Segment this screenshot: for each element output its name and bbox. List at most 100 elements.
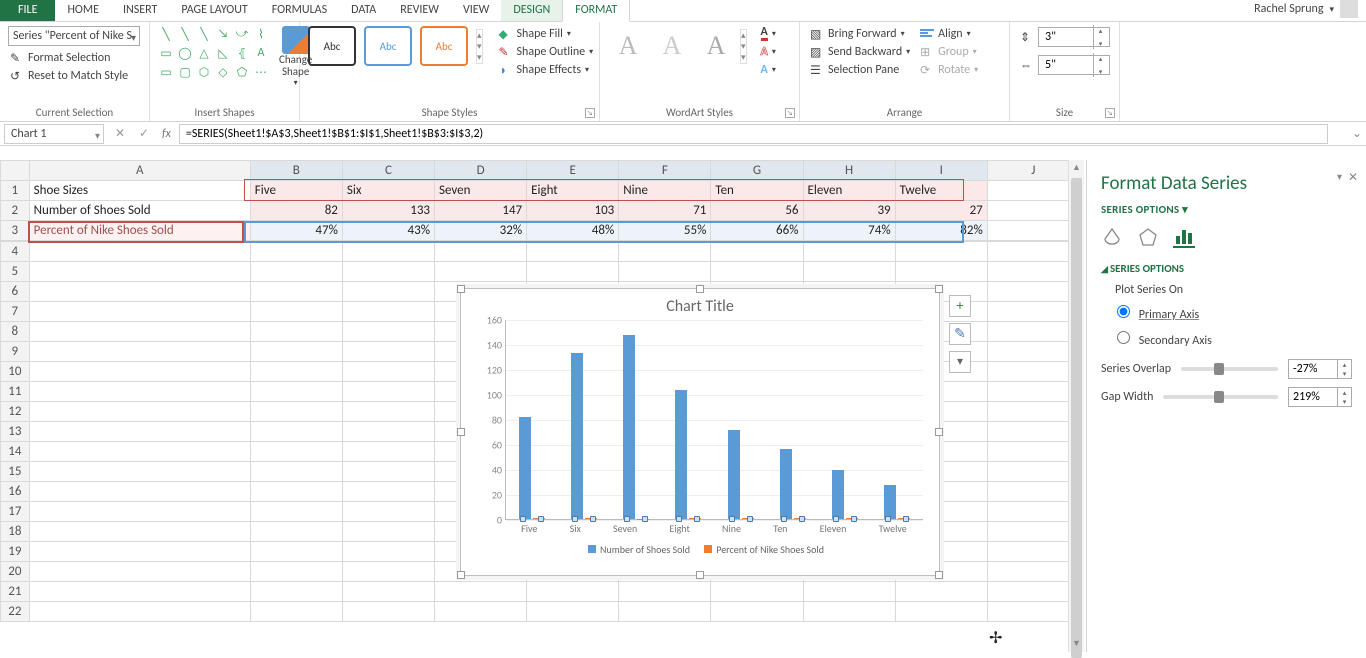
cell[interactable]: Six	[342, 181, 434, 201]
col-header[interactable]: C	[342, 161, 434, 181]
col-header[interactable]: H	[803, 161, 895, 181]
resize-handle[interactable]	[696, 285, 704, 293]
row-header[interactable]: 2	[1, 201, 30, 221]
series-options-section[interactable]: SERIES OPTIONS	[1101, 262, 1352, 275]
cell[interactable]	[29, 582, 250, 602]
resize-handle[interactable]	[935, 571, 943, 579]
row-header[interactable]: 3	[1, 221, 30, 241]
series-overlap-slider[interactable]	[1181, 367, 1278, 371]
shape-outline-button[interactable]: ✎Shape Outline▾	[497, 44, 596, 60]
chart-legend[interactable]: Number of Shoes Sold Percent of Nike Sho…	[461, 535, 939, 556]
row-header[interactable]: 6	[1, 282, 30, 302]
size-launcher[interactable]: ↘	[1105, 108, 1115, 118]
column-headers[interactable]: A B C D E F G H I J	[1, 161, 1080, 181]
group-objects-button[interactable]: ⊞Group▾	[918, 44, 980, 60]
text-fill-button[interactable]: A▾	[759, 26, 778, 42]
chart-bar[interactable]	[884, 485, 896, 519]
cell[interactable]	[987, 342, 1079, 362]
cell[interactable]	[987, 201, 1079, 221]
cell[interactable]	[711, 242, 803, 262]
scroll-down-icon[interactable]: ▼	[1069, 636, 1084, 652]
cell[interactable]	[250, 582, 342, 602]
format-selection-button[interactable]: ✎Format Selection	[8, 50, 130, 66]
cell[interactable]: Shoe Sizes	[29, 181, 250, 201]
shape-triangle-icon[interactable]: △	[196, 45, 212, 61]
chart-x-axis[interactable]: FiveSixSevenEightNineTenElevenTwelve	[505, 522, 923, 535]
cell[interactable]	[711, 602, 803, 622]
shapes-gallery[interactable]: ╲╲╲↘⤻⌇ ▭◯△◺⦃A ▭▢⬡◇⬠⋯	[158, 26, 269, 80]
text-effects-button[interactable]: A▾	[759, 62, 778, 78]
cell[interactable]	[250, 382, 342, 402]
shape-style-preset[interactable]: Abc	[364, 26, 412, 66]
chart-bar[interactable]	[623, 335, 635, 519]
cell[interactable]	[987, 362, 1079, 382]
cell[interactable]: Seven	[435, 181, 527, 201]
col-header[interactable]: B	[250, 161, 342, 181]
wordart-styles-launcher[interactable]: ↘	[785, 108, 795, 118]
cell[interactable]	[342, 362, 434, 382]
cell[interactable]	[342, 382, 434, 402]
fx-icon[interactable]: fx	[156, 127, 177, 141]
shape-oval-icon[interactable]: ◯	[177, 45, 193, 61]
series-options-tab-icon[interactable]	[1173, 226, 1195, 248]
cell[interactable]	[342, 462, 434, 482]
shape-hexagon-icon[interactable]: ⬡	[196, 64, 212, 80]
cell[interactable]	[250, 322, 342, 342]
cell[interactable]	[435, 602, 527, 622]
col-header[interactable]: D	[435, 161, 527, 181]
row-header[interactable]: 17	[1, 502, 30, 522]
cell[interactable]	[342, 562, 434, 582]
cell[interactable]	[29, 502, 250, 522]
cell[interactable]	[987, 602, 1079, 622]
cell[interactable]	[619, 582, 711, 602]
cell[interactable]	[29, 382, 250, 402]
scrollbar-thumb[interactable]	[1071, 178, 1082, 658]
row-header[interactable]: 12	[1, 402, 30, 422]
cell[interactable]	[619, 262, 711, 282]
cell[interactable]: Nine	[619, 181, 711, 201]
cell[interactable]	[29, 262, 250, 282]
chart-bar[interactable]	[519, 417, 531, 520]
row-header[interactable]: 20	[1, 562, 30, 582]
table-row[interactable]: 21	[1, 582, 1080, 602]
series-overlap-input[interactable]: ▴▾	[1288, 359, 1352, 379]
wordart-gallery-expand[interactable]: ▴▾▾	[740, 29, 747, 64]
cell[interactable]: 71	[619, 201, 711, 221]
resize-handle[interactable]	[935, 285, 943, 293]
cell[interactable]	[250, 422, 342, 442]
shape-line-icon[interactable]: ╲	[196, 26, 212, 42]
cell[interactable]	[29, 402, 250, 422]
tab-formulas[interactable]: FORMULAS	[260, 0, 339, 21]
cell[interactable]	[342, 442, 434, 462]
cell[interactable]	[987, 582, 1079, 602]
embedded-chart[interactable]: Chart Title 020406080100120140160 FiveSi…	[460, 288, 940, 576]
effects-tab-icon[interactable]	[1137, 226, 1159, 248]
row-header[interactable]: 16	[1, 482, 30, 502]
cell[interactable]	[250, 282, 342, 302]
wordart-preset[interactable]: A	[696, 26, 736, 66]
cell[interactable]: 133	[342, 201, 434, 221]
tab-data[interactable]: DATA	[339, 0, 388, 21]
cell[interactable]	[527, 242, 619, 262]
row-header[interactable]: 9	[1, 342, 30, 362]
cell[interactable]: Number of Shoes Sold	[29, 201, 250, 221]
chart-bar[interactable]	[571, 353, 583, 519]
chart-elements-button[interactable]: +	[949, 295, 971, 317]
pane-subtitle-dropdown[interactable]: SERIES OPTIONS ▾	[1101, 203, 1352, 216]
row-header[interactable]: 18	[1, 522, 30, 542]
cell[interactable]	[527, 262, 619, 282]
tab-insert[interactable]: INSERT	[111, 0, 169, 21]
resize-handle[interactable]	[457, 571, 465, 579]
cell[interactable]	[987, 402, 1079, 422]
cell[interactable]: 82	[250, 201, 342, 221]
cell[interactable]	[803, 262, 895, 282]
cell[interactable]	[987, 282, 1079, 302]
chart-title[interactable]: Chart Title	[461, 289, 939, 320]
shape-pentagon-icon[interactable]: ⬠	[234, 64, 250, 80]
cell[interactable]	[250, 342, 342, 362]
cell[interactable]: Eleven	[803, 181, 895, 201]
col-header[interactable]: E	[527, 161, 619, 181]
cell[interactable]	[895, 582, 987, 602]
cell[interactable]	[987, 502, 1079, 522]
cell[interactable]	[527, 602, 619, 622]
